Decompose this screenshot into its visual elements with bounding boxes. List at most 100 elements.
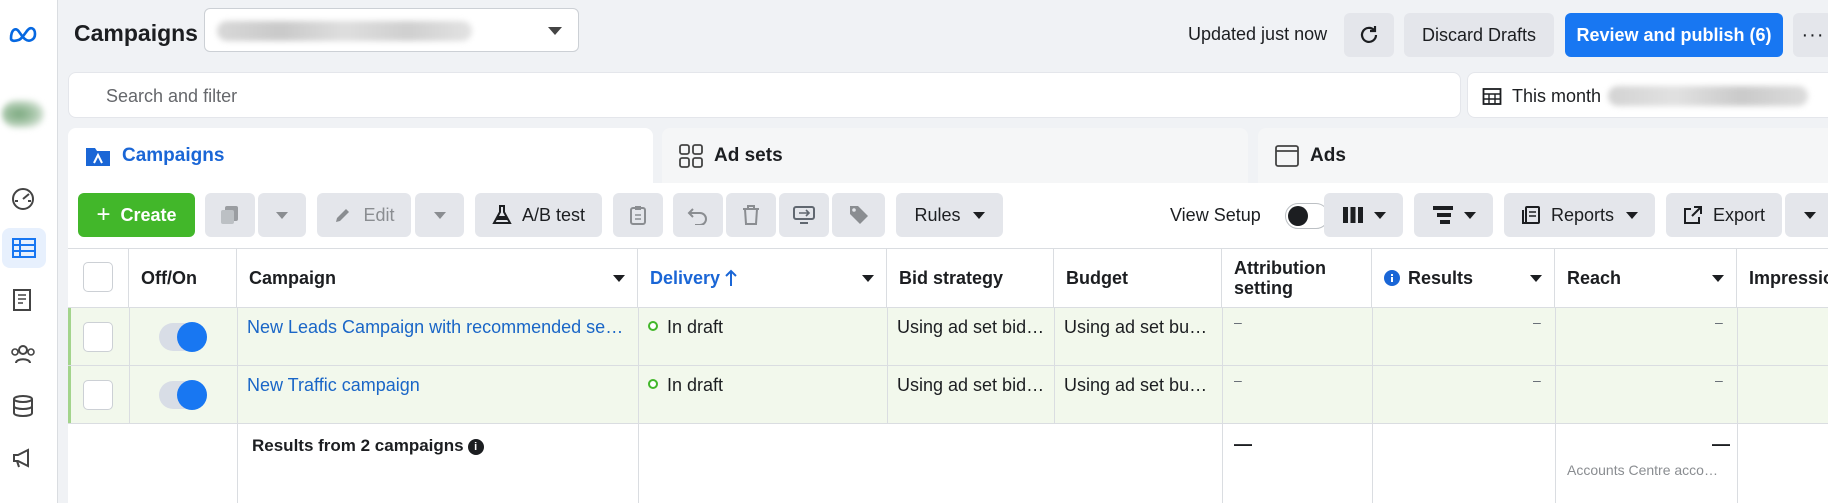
select-all-column	[68, 248, 129, 308]
create-label: Create	[120, 204, 177, 225]
column-header-impressions[interactable]: Impressio	[1737, 248, 1828, 308]
edit-button[interactable]: Edit	[317, 193, 411, 237]
view-setup-toggle[interactable]	[1285, 203, 1329, 229]
tab-campaigns[interactable]: Campaigns	[68, 128, 653, 183]
clipboard-icon	[630, 206, 646, 225]
export-icon	[1683, 206, 1702, 224]
pencil-icon	[336, 209, 350, 222]
tab-ads[interactable]: Ads	[1258, 128, 1828, 183]
column-header-bid-strategy[interactable]: Bid strategy	[887, 248, 1054, 308]
account-avatar[interactable]	[2, 100, 44, 128]
chevron-down-icon	[548, 27, 562, 35]
duplicate-button[interactable]	[205, 193, 255, 237]
rules-button[interactable]: Rules	[896, 193, 1003, 237]
columns-button[interactable]	[1324, 193, 1403, 237]
discard-drafts-button[interactable]: Discard Drafts	[1404, 13, 1554, 57]
date-range-redacted	[1608, 86, 1808, 106]
megaphone-icon[interactable]	[0, 438, 46, 478]
toggle-knob	[177, 322, 207, 352]
sort-ascending-icon	[725, 269, 737, 286]
info-icon	[1384, 270, 1400, 286]
left-nav-rail	[0, 0, 58, 503]
column-divider	[129, 308, 130, 424]
columns-icon	[1342, 207, 1363, 223]
chevron-down-icon	[972, 211, 985, 219]
column-divider	[1372, 308, 1373, 503]
ads-manager-table-icon[interactable]	[2, 228, 46, 268]
ab-test-button[interactable]: A/B test	[475, 193, 602, 237]
column-divider	[638, 308, 639, 503]
column-divider	[1737, 308, 1738, 503]
duplicate-dropdown-button[interactable]	[258, 193, 306, 237]
column-header-budget[interactable]: Budget	[1054, 248, 1222, 308]
tab-ad-sets[interactable]: Ad sets	[662, 128, 1248, 183]
search-and-filter-input[interactable]: Search and filter	[68, 72, 1461, 118]
review-and-publish-button[interactable]: Review and publish (6)	[1565, 13, 1783, 57]
column-header-reach[interactable]: Reach	[1555, 248, 1737, 308]
refresh-button[interactable]	[1344, 13, 1394, 57]
export-button[interactable]: Export	[1666, 193, 1782, 237]
create-button[interactable]: + Create	[78, 193, 195, 237]
clipboard-button[interactable]	[613, 193, 663, 237]
column-divider	[1222, 308, 1223, 503]
row-checkbox[interactable]	[83, 322, 113, 352]
dashboard-icon[interactable]	[0, 178, 46, 218]
breakdown-button[interactable]	[1414, 193, 1493, 237]
info-icon[interactable]: i	[467, 438, 484, 455]
date-range-picker[interactable]: This month	[1467, 72, 1828, 118]
chevron-down-icon	[1712, 275, 1724, 282]
billing-icon[interactable]	[0, 386, 46, 426]
undo-icon	[687, 208, 707, 225]
campaigns-folder-icon	[86, 147, 110, 166]
tag-button[interactable]	[832, 193, 885, 237]
campaign-on-off-toggle[interactable]	[159, 322, 207, 352]
bid-strategy-value: Using ad set bid …	[897, 317, 1045, 337]
ad-account-name-redacted	[217, 21, 472, 41]
column-header-campaign[interactable]: Campaign	[237, 248, 638, 308]
toggle-knob	[1288, 206, 1308, 226]
tab-ads-label: Ads	[1310, 144, 1346, 166]
column-header-delivery[interactable]: Delivery	[638, 248, 887, 308]
column-header-offon[interactable]: Off/On	[129, 248, 237, 308]
delete-button[interactable]	[726, 193, 776, 237]
toggle-knob	[177, 380, 207, 410]
delivery-status: In draft	[667, 317, 724, 337]
chevron-down-icon	[1373, 211, 1386, 219]
row-checkbox[interactable]	[83, 380, 113, 410]
chevron-down-icon	[1463, 211, 1476, 219]
results-value: –	[1533, 314, 1541, 330]
column-header-results[interactable]: Results	[1372, 248, 1555, 308]
undo-button[interactable]	[673, 193, 723, 237]
select-all-checkbox[interactable]	[83, 262, 113, 292]
more-options-button[interactable]: ···	[1793, 13, 1828, 57]
chevron-down-icon	[433, 211, 446, 219]
campaign-name-link[interactable]: New Leads Campaign with recommended sett…	[247, 317, 625, 338]
results-summary-label: Results from 2 campaigns	[252, 436, 464, 455]
duplicate-icon	[221, 206, 238, 224]
trash-icon	[743, 205, 759, 225]
export-dropdown-button[interactable]	[1785, 193, 1828, 237]
tab-campaigns-label: Campaigns	[122, 144, 225, 166]
meta-logo-icon[interactable]	[0, 14, 46, 54]
refresh-icon	[1360, 26, 1378, 43]
ab-test-label: A/B test	[521, 204, 586, 225]
compare-button[interactable]	[779, 193, 829, 237]
campaign-on-off-toggle[interactable]	[159, 380, 207, 410]
view-setup-label: View Setup	[1170, 205, 1261, 225]
column-header-reach-label: Reach	[1567, 267, 1622, 288]
ad-account-select[interactable]	[204, 8, 579, 52]
audiences-icon[interactable]	[0, 334, 46, 374]
export-label: Export	[1712, 204, 1766, 225]
column-header-delivery-label: Delivery	[650, 267, 721, 288]
campaign-name-link[interactable]: New Traffic campaign	[247, 375, 625, 396]
attribution-value: –	[1234, 372, 1242, 388]
pages-icon[interactable]	[0, 280, 46, 320]
reports-button[interactable]: Reports	[1504, 193, 1655, 237]
column-header-attribution[interactable]: Attribution setting	[1222, 248, 1372, 308]
chevron-down-icon	[1804, 211, 1816, 219]
ad-sets-grid-icon	[679, 143, 703, 168]
results-summary: Results from 2 campaigns i	[252, 436, 484, 456]
chevron-down-icon	[276, 211, 288, 219]
plus-icon: +	[96, 201, 111, 228]
edit-dropdown-button[interactable]	[415, 193, 464, 237]
